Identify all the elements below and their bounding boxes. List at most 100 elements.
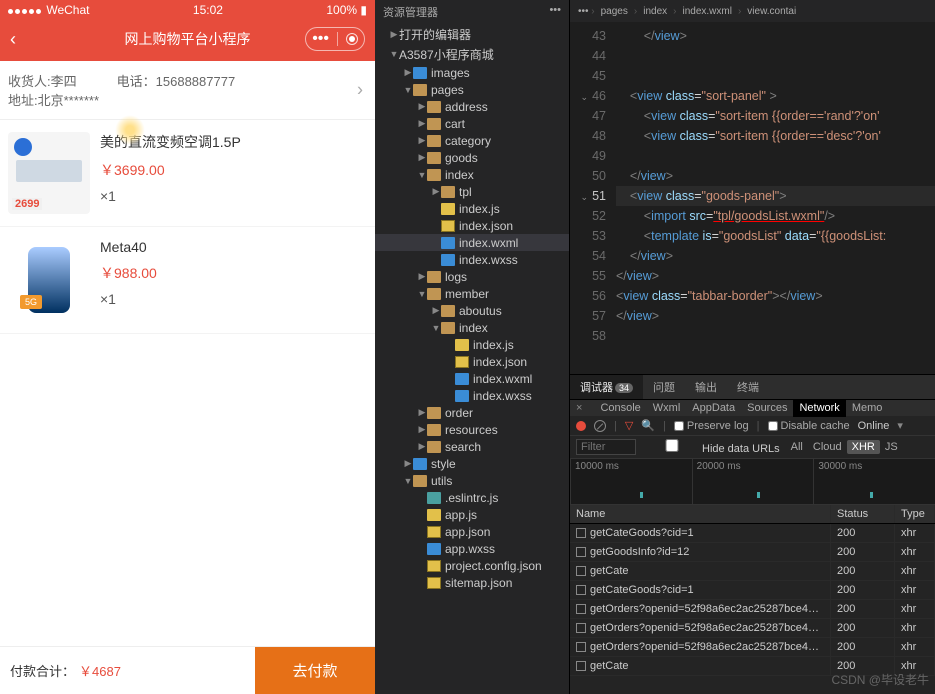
clear-icon[interactable] (594, 420, 606, 432)
product-qty: ×1 (100, 291, 367, 307)
more-icon[interactable]: ••• (549, 4, 561, 20)
search-icon[interactable]: 🔍 (641, 419, 655, 432)
address-card[interactable]: 收货人:李四 电话：15688887777 地址:北京******* › (0, 61, 375, 120)
filter-input[interactable] (576, 439, 636, 455)
devtool-subtab[interactable]: AppData (686, 399, 741, 417)
status-battery: 100% (326, 3, 357, 17)
devtool-subtab[interactable]: Sources (741, 399, 793, 417)
total-label: 付款合计： (10, 661, 75, 680)
tree-node[interactable]: index.wxss (375, 251, 569, 268)
tree-node[interactable]: ▼index (375, 166, 569, 183)
cart-item[interactable]: 2699 美的直流变频空调1.5P ￥3699.00 ×1 (0, 120, 375, 227)
product-title: 美的直流变频空调1.5P (100, 132, 367, 152)
receiver-name: 李四 (51, 74, 77, 89)
network-request-row[interactable]: getCateGoods?cid=1200xhr (570, 581, 935, 600)
col-type[interactable]: Type (895, 505, 935, 523)
tree-node[interactable]: ▼utils (375, 472, 569, 489)
breadcrumb: ••• › pages› index› index.wxml› view.con… (570, 0, 935, 22)
tree-node[interactable]: ▼pages (375, 81, 569, 98)
open-editors-section[interactable]: ▶打开的编辑器 (375, 24, 569, 44)
tree-node[interactable]: ▼index (375, 319, 569, 336)
page-title: 网上购物平台小程序 (125, 29, 251, 49)
tree-node[interactable]: ▶goods (375, 149, 569, 166)
network-request-row[interactable]: getGoodsInfo?id=12200xhr (570, 543, 935, 562)
tree-node[interactable]: index.js (375, 200, 569, 217)
devtools-panel: 调试器34问题输出终端 × ConsoleWxmlAppDataSourcesN… (570, 374, 935, 694)
tree-node[interactable]: project.config.json (375, 557, 569, 574)
status-time: 15:02 (193, 3, 223, 17)
devtool-tab[interactable]: 终端 (727, 375, 769, 399)
devtools-subtabs: × ConsoleWxmlAppDataSourcesNetworkMemo (570, 400, 935, 416)
product-price: ￥988.00 (100, 263, 367, 283)
tree-node[interactable]: index.wxml (375, 234, 569, 251)
tree-node[interactable]: ▶aboutus (375, 302, 569, 319)
tree-node[interactable]: ▼member (375, 285, 569, 302)
tree-node[interactable]: index.wxss (375, 387, 569, 404)
filter-chip[interactable]: Cloud (808, 440, 847, 454)
close-icon[interactable]: × (576, 402, 582, 414)
network-request-row[interactable]: getOrders?openid=52f98a6ec2ac25287bce413… (570, 638, 935, 657)
tree-node[interactable]: index.wxml (375, 370, 569, 387)
network-request-row[interactable]: getCateGoods?cid=1200xhr (570, 524, 935, 543)
tree-node[interactable]: app.json (375, 523, 569, 540)
network-timeline[interactable]: 10000 ms20000 ms30000 ms (570, 459, 935, 505)
record-icon[interactable] (576, 421, 586, 431)
tree-node[interactable]: ▶images (375, 64, 569, 81)
preserve-log-checkbox[interactable]: Preserve log (674, 420, 749, 432)
checkout-bar: 付款合计：￥4687 去付款 (0, 646, 375, 694)
product-title: Meta40 (100, 239, 367, 255)
tree-node[interactable]: ▶search (375, 438, 569, 455)
network-request-row[interactable]: getCate200xhr (570, 657, 935, 676)
disable-cache-checkbox[interactable]: Disable cache (768, 420, 850, 432)
product-qty: ×1 (100, 188, 367, 204)
tree-node[interactable]: ▶logs (375, 268, 569, 285)
tree-node[interactable]: app.wxss (375, 540, 569, 557)
tree-node[interactable]: ▶address (375, 98, 569, 115)
network-filter-row: Hide data URLs AllCloudXHRJS (570, 436, 935, 459)
capsule-button[interactable]: ••• (305, 27, 365, 51)
tree-node[interactable]: ▶category (375, 132, 569, 149)
col-name[interactable]: Name (570, 505, 831, 523)
tree-node[interactable]: ▶style (375, 455, 569, 472)
phone-simulator: WeChat 15:02 100% ▮ ‹ 网上购物平台小程序 ••• 收货人:… (0, 0, 375, 694)
product-thumb: 2699 (8, 132, 90, 214)
online-status[interactable]: Online (858, 420, 890, 432)
col-status[interactable]: Status (831, 505, 895, 523)
devtool-tab[interactable]: 输出 (685, 375, 727, 399)
phone-header: ‹ 网上购物平台小程序 ••• (0, 17, 375, 61)
filter-chip[interactable]: All (786, 440, 808, 454)
cart-item[interactable]: 5G Meta40 ￥988.00 ×1 (0, 227, 375, 334)
hide-data-urls-checkbox[interactable]: Hide data URLs (642, 439, 780, 455)
network-request-row[interactable]: getOrders?openid=52f98a6ec2ac25287bce413… (570, 600, 935, 619)
tree-node[interactable]: ▶resources (375, 421, 569, 438)
product-thumb: 5G (8, 239, 90, 321)
tree-node[interactable]: index.json (375, 353, 569, 370)
devtool-subtab[interactable]: Network (793, 399, 845, 417)
receiver-phone: 15688887777 (156, 74, 236, 89)
file-explorer: 资源管理器••• ▶打开的编辑器 ▼A3587小程序商城 ▶images▼pag… (375, 0, 570, 694)
receiver-address: 北京******* (38, 93, 99, 108)
back-icon[interactable]: ‹ (10, 29, 16, 50)
tree-node[interactable]: app.js (375, 506, 569, 523)
tree-node[interactable]: ▶cart (375, 115, 569, 132)
project-root[interactable]: ▼A3587小程序商城 (375, 44, 569, 64)
pay-button[interactable]: 去付款 (255, 647, 375, 694)
tree-node[interactable]: ▶order (375, 404, 569, 421)
tree-node[interactable]: sitemap.json (375, 574, 569, 591)
tree-node[interactable]: index.js (375, 336, 569, 353)
network-request-row[interactable]: getOrders?openid=52f98a6ec2ac25287bce413… (570, 619, 935, 638)
tree-node[interactable]: .eslintrc.js (375, 489, 569, 506)
chevron-right-icon: › (357, 80, 363, 101)
devtool-tab[interactable]: 问题 (643, 375, 685, 399)
filter-icon[interactable]: ▽ (625, 419, 633, 432)
devtool-subtab[interactable]: Memo (846, 399, 889, 417)
network-request-row[interactable]: getCate200xhr (570, 562, 935, 581)
devtool-subtab[interactable]: Wxml (647, 399, 687, 417)
devtool-tab[interactable]: 调试器34 (570, 375, 643, 399)
tree-node[interactable]: ▶tpl (375, 183, 569, 200)
tree-node[interactable]: index.json (375, 217, 569, 234)
devtool-subtab[interactable]: Console (594, 399, 646, 417)
filter-chip[interactable]: JS (880, 440, 903, 454)
code-editor[interactable]: 434445⌄4647484950⌄5152535455565758 </vie… (570, 22, 935, 374)
filter-chip[interactable]: XHR (847, 440, 880, 454)
